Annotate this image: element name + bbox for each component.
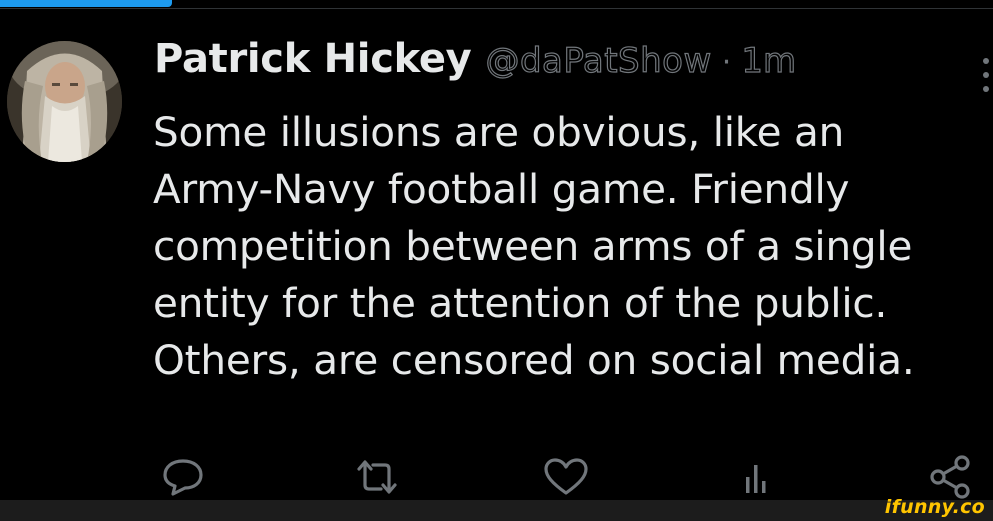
tweet-text-line: Some illusions are obvious, like an — [153, 108, 845, 156]
more-options-button[interactable] — [978, 58, 993, 92]
reply-button[interactable] — [158, 454, 208, 500]
top-accent-bar — [0, 0, 172, 7]
tweet-text-line: entity for the attention of the public. — [153, 279, 888, 327]
tweet-text-line: Others, are censored on social media. — [153, 336, 915, 384]
timestamp[interactable]: 1m — [741, 40, 797, 81]
analytics-icon — [746, 465, 766, 493]
footer-bar — [0, 500, 993, 521]
tweet-text: Some illusions are obvious, like an Army… — [153, 104, 993, 389]
retweet-icon — [357, 460, 397, 494]
like-button[interactable] — [541, 454, 591, 500]
separator-dot: · — [721, 45, 732, 80]
tweet-header: Patrick Hickey @daPatShow · 1m — [154, 36, 797, 92]
share-icon — [930, 455, 970, 499]
display-name[interactable]: Patrick Hickey — [154, 36, 472, 82]
avatar-image — [7, 41, 122, 162]
more-dot-icon — [983, 72, 989, 78]
views-button[interactable] — [733, 454, 783, 500]
more-dot-icon — [983, 58, 989, 64]
more-dot-icon — [983, 86, 989, 92]
heart-icon — [544, 458, 588, 495]
reply-icon — [163, 459, 203, 496]
retweet-button[interactable] — [352, 454, 402, 500]
tweet-text-line: competition between arms of a single — [153, 222, 913, 270]
tweet-text-line: Army-Navy football game. Friendly — [153, 165, 850, 213]
watermark-logo: ifunny.co — [884, 496, 985, 518]
user-handle[interactable]: @daPatShow — [485, 40, 712, 81]
top-divider — [0, 8, 993, 9]
share-button[interactable] — [925, 454, 975, 500]
avatar[interactable] — [7, 41, 122, 162]
